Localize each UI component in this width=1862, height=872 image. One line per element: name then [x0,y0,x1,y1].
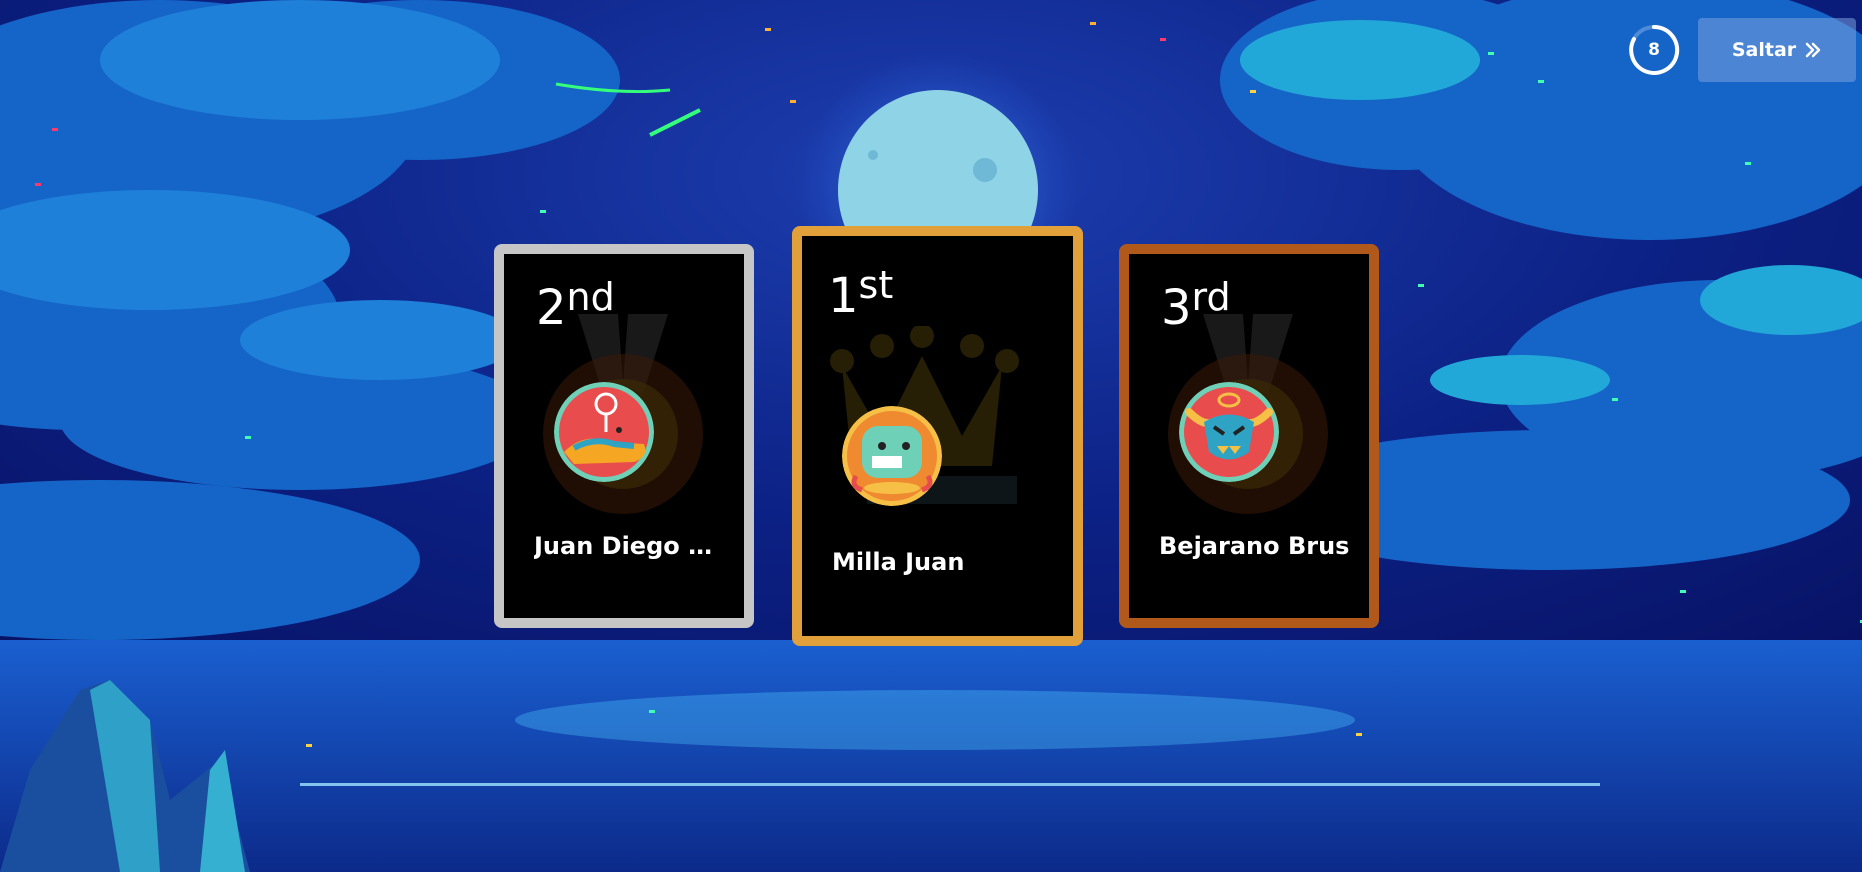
horned-monster-avatar [1179,382,1279,482]
timer-value: 8 [1648,40,1660,60]
place-number: 2 [536,280,567,336]
robot-monster-avatar [842,406,942,506]
place-label: 2nd [536,278,615,332]
podium-card-first: 1st Milla Juan [792,226,1083,646]
top-bar: 8 Saltar [1628,18,1856,82]
skip-button[interactable]: Saltar [1698,18,1856,82]
place-label: 3rd [1161,278,1231,332]
double-chevron-right-icon [1805,42,1821,58]
player-name: Milla Juan [832,548,965,576]
player-name: Juan Diego P... [534,532,724,560]
place-suffix: rd [1191,275,1231,319]
podium-card-second: 2nd Juan Diego P... [494,244,754,628]
shoe-monster-avatar [554,382,654,482]
place-number: 3 [1161,280,1192,336]
place-suffix: st [858,263,894,307]
place-label: 1st [828,266,893,320]
player-name: Bejarano Brus [1159,532,1350,560]
place-number: 1 [828,268,859,324]
countdown-timer: 8 [1628,24,1680,76]
podium-card-third: 3rd Bejarano Brus [1119,244,1379,628]
skip-button-label: Saltar [1731,39,1797,61]
place-suffix: nd [566,275,615,319]
